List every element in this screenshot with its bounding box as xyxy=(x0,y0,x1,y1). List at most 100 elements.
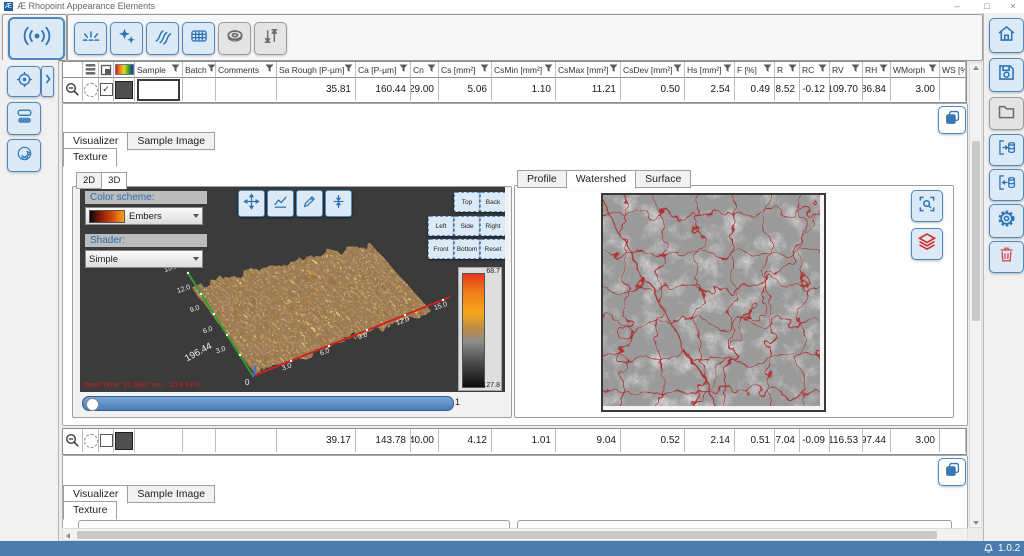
cell-comments[interactable] xyxy=(216,429,277,452)
column-header-cn[interactable]: Cn xyxy=(411,62,439,78)
column-header-csmax-mm[interactable]: CsMax [mm²] xyxy=(556,62,621,78)
cell-cs-mm[interactable]: 5.06 xyxy=(439,78,492,101)
filter-funnel-icon[interactable] xyxy=(427,64,436,75)
filter-funnel-icon[interactable] xyxy=(763,64,772,75)
cell-csdev-mm[interactable]: 0.50 xyxy=(621,78,685,101)
view-reset-button[interactable]: Reset xyxy=(480,239,505,259)
cell-ca-p-m[interactable]: 160.44 xyxy=(356,78,411,101)
column-header-hs-mm[interactable]: Hs [mm²] xyxy=(685,62,735,78)
color-scheme-dropdown[interactable]: Embers xyxy=(85,207,203,225)
viewer-tab-2d[interactable]: 2D xyxy=(76,172,102,189)
row-checkbox[interactable]: ✓ xyxy=(100,83,113,96)
cell-cs-mm[interactable]: 4.12 xyxy=(439,429,492,452)
cell-csmax-mm[interactable]: 11.21 xyxy=(556,78,621,101)
cell-ws[interactable] xyxy=(940,429,966,452)
table-row[interactable]: ✓35.81160.4429.005.061.1011.210.502.540.… xyxy=(63,78,966,101)
subtab-texture[interactable]: Texture xyxy=(63,148,117,167)
scroll-up-arrow[interactable] xyxy=(973,66,979,70)
sparkle-analysis-button[interactable] xyxy=(110,22,143,55)
panel2-subtab-texture[interactable]: Texture xyxy=(63,501,117,520)
filter-funnel-icon[interactable] xyxy=(399,64,408,75)
home-button[interactable] xyxy=(989,18,1024,53)
layers-tool-button[interactable] xyxy=(7,102,41,135)
column-header-comments[interactable]: Comments xyxy=(216,62,277,78)
profile-plot-button[interactable] xyxy=(267,190,294,217)
filter-funnel-icon[interactable] xyxy=(928,64,937,75)
filter-funnel-icon[interactable] xyxy=(344,64,353,75)
column-header-rh[interactable]: RH xyxy=(863,62,891,78)
column-header-csdev-mm[interactable]: CsDev [mm²] xyxy=(621,62,685,78)
aperture-tool-button[interactable] xyxy=(7,139,41,172)
row-checkbox[interactable] xyxy=(100,434,113,447)
import-data-button[interactable] xyxy=(989,169,1024,201)
column-header-f[interactable]: F [%] xyxy=(735,62,775,78)
panel2-tab-sample-image[interactable]: Sample Image xyxy=(127,485,215,503)
open-folder-button[interactable] xyxy=(989,97,1024,130)
cell-rh[interactable]: 86.84 xyxy=(863,78,891,101)
cell-ws[interactable] xyxy=(940,78,966,101)
cell-r[interactable]: 107.04 xyxy=(775,429,800,452)
view-right-button[interactable]: Right xyxy=(480,216,505,236)
duplicate-view-button-2[interactable] xyxy=(938,458,966,486)
column-header-ws[interactable]: WS [% xyxy=(940,62,966,78)
cell-rc[interactable]: -0.12 xyxy=(800,78,830,101)
view-top-button[interactable]: Top xyxy=(454,192,480,212)
cell-hs-mm[interactable]: 2.14 xyxy=(685,429,735,452)
mesh-analysis-button[interactable] xyxy=(182,22,215,55)
level-analysis-button[interactable] xyxy=(254,22,287,55)
view-back-button[interactable]: Back xyxy=(480,192,505,212)
table-row[interactable]: 39.17143.7840.004.121.019.040.522.140.51… xyxy=(63,429,966,452)
cell-ca-p-m[interactable]: 143.78 xyxy=(356,429,411,452)
horizontal-scrollbar[interactable] xyxy=(62,528,968,541)
texture-analysis-button[interactable] xyxy=(146,22,179,55)
scroll-left-arrow[interactable] xyxy=(66,533,70,539)
viewer-3d-canvas[interactable]: 3.06.09.012.015.03.06.09.012.015.0 196.4… xyxy=(80,187,505,392)
notifications-bell-icon[interactable] xyxy=(982,542,995,556)
row-select-cell[interactable]: ✓ xyxy=(99,78,114,101)
cell-sample[interactable] xyxy=(135,78,183,101)
view-bottom-button[interactable]: Bottom xyxy=(454,239,480,259)
cell-csmin-mm[interactable]: 1.10 xyxy=(492,78,556,101)
settings-button[interactable] xyxy=(989,204,1024,238)
cell-r[interactable]: 98.52 xyxy=(775,78,800,101)
filter-funnel-icon[interactable] xyxy=(851,64,860,75)
shader-dropdown[interactable]: Simple xyxy=(85,250,203,268)
cell-rv[interactable]: 116.53 xyxy=(830,429,863,452)
column-header-rc[interactable]: RC xyxy=(800,62,830,78)
cell-hs-mm[interactable]: 2.54 xyxy=(685,78,735,101)
column-header-csmin-mm[interactable]: CsMin [mm²] xyxy=(492,62,556,78)
target-tool-button[interactable] xyxy=(7,66,41,97)
filter-funnel-icon[interactable] xyxy=(544,64,553,75)
measure-button[interactable] xyxy=(8,17,65,60)
export-data-button[interactable] xyxy=(989,134,1024,166)
filter-funnel-icon[interactable] xyxy=(818,64,827,75)
view-side-button[interactable]: Side xyxy=(454,216,480,236)
v-scrollbar-thumb[interactable] xyxy=(972,141,980,321)
column-header-cs-mm[interactable]: Cs [mm²] xyxy=(439,62,492,78)
filter-funnel-icon[interactable] xyxy=(265,64,274,75)
filter-funnel-icon[interactable] xyxy=(673,64,682,75)
cell-batch[interactable] xyxy=(183,78,216,101)
tab-sample-image[interactable]: Sample Image xyxy=(127,132,215,150)
cell-cn[interactable]: 40.00 xyxy=(411,429,439,452)
cell-csmin-mm[interactable]: 1.01 xyxy=(492,429,556,452)
sample-name-input[interactable] xyxy=(137,79,180,101)
cell-sa-rough-p-m[interactable]: 35.81 xyxy=(277,78,356,101)
view-front-button[interactable]: Front xyxy=(428,239,454,259)
frame-slider[interactable] xyxy=(82,396,454,411)
cell-rc[interactable]: -0.09 xyxy=(800,429,830,452)
view-left-button[interactable]: Left xyxy=(428,216,454,236)
delete-button[interactable] xyxy=(989,241,1024,273)
analysis-tab-surface[interactable]: Surface xyxy=(635,170,691,188)
column-header-batch[interactable]: Batch xyxy=(183,62,216,78)
analysis-tab-watershed[interactable]: Watershed xyxy=(566,170,636,189)
cell-wmorph[interactable]: 3.00 xyxy=(891,78,940,101)
cell-f[interactable]: 0.49 xyxy=(735,78,775,101)
filter-funnel-icon[interactable] xyxy=(207,64,216,75)
column-header-rv[interactable]: RV xyxy=(830,62,863,78)
filter-funnel-icon[interactable] xyxy=(171,64,180,75)
haze-analysis-button[interactable] xyxy=(74,22,107,55)
row-zoom-button[interactable] xyxy=(63,78,83,101)
column-header-sa-rough-p-m[interactable]: Sa Rough [P-µm] xyxy=(277,62,356,78)
row-zoom-button[interactable] xyxy=(63,429,83,452)
